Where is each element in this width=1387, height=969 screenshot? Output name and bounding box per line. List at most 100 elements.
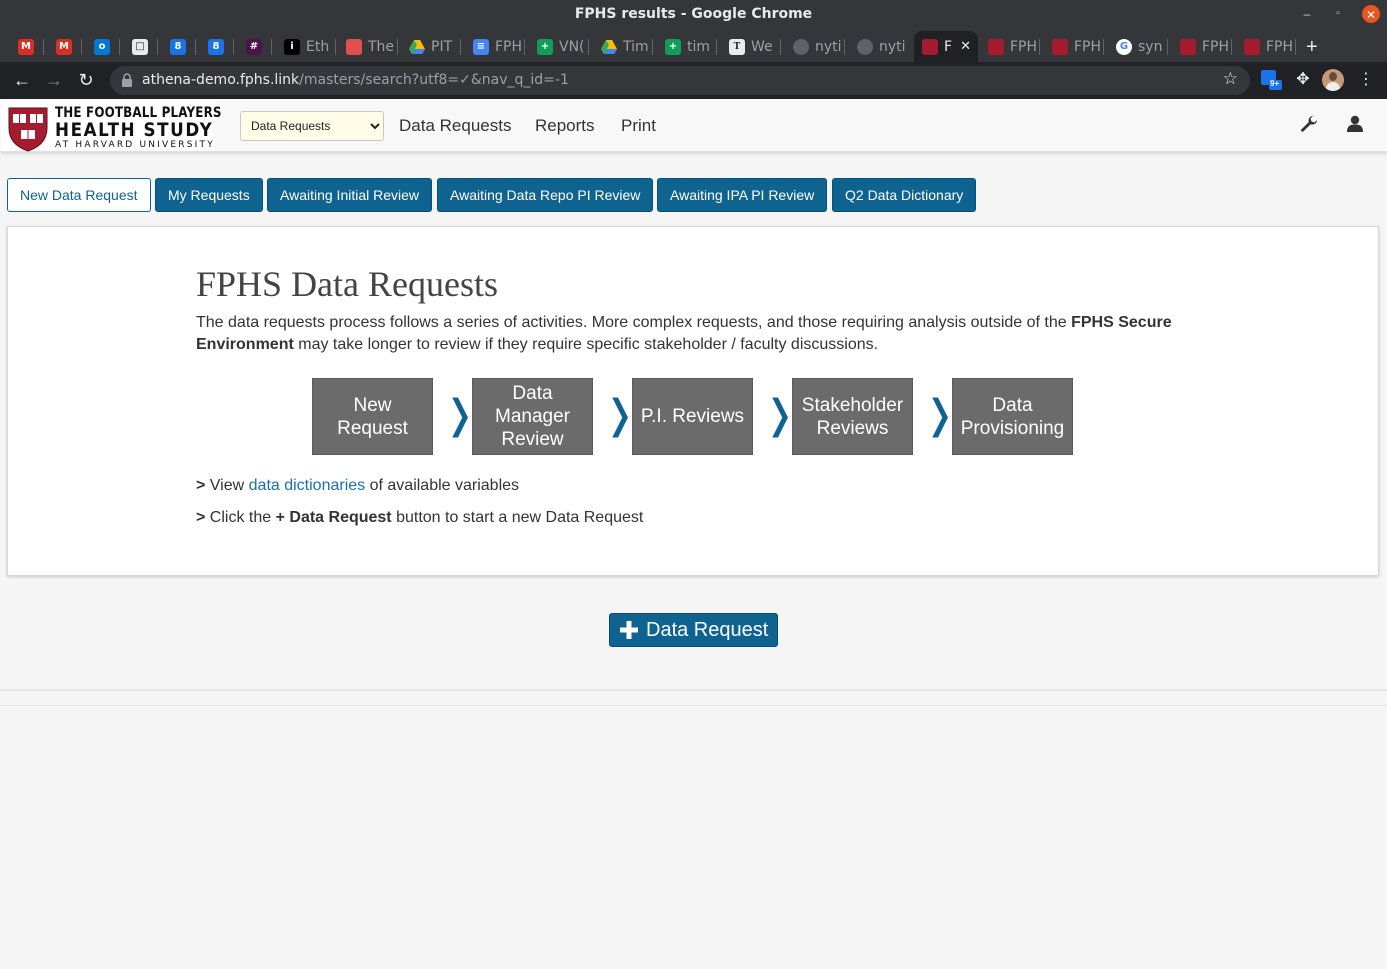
- browser-tab[interactable]: The: [338, 31, 398, 62]
- url-host: athena-demo.fphs.link: [142, 72, 300, 88]
- slack-icon: #: [246, 38, 262, 55]
- browser-tab[interactable]: FPH: [1172, 31, 1232, 62]
- intro-text: The data requests process follows a seri…: [196, 312, 1196, 356]
- calendar-icon: 8: [208, 38, 224, 55]
- drive-icon: [409, 39, 425, 55]
- forward-icon[interactable]: →: [42, 68, 66, 92]
- browser-toolbar: ← → ↻ athena-demo.fphs.link/masters/sear…: [0, 62, 1387, 99]
- step-label: New Request: [337, 394, 408, 439]
- new-data-request-button[interactable]: New Data Request: [7, 178, 151, 212]
- browser-tab[interactable]: Tim: [593, 31, 653, 62]
- line-text: Click the: [209, 509, 276, 526]
- minimize-button[interactable]: –: [1297, 4, 1317, 24]
- tab-label: F: [944, 38, 953, 55]
- intro-text-end: may take longer to review if they requir…: [293, 336, 879, 353]
- restore-button[interactable]: ▫: [1328, 4, 1348, 24]
- browser-tab[interactable]: M: [10, 31, 44, 62]
- sheets-icon: +: [665, 38, 681, 55]
- nav-data-requests[interactable]: Data Requests: [399, 116, 511, 136]
- app-navbar: THE FOOTBALL PLAYERS HEALTH STUDY AT HAR…: [0, 99, 1387, 152]
- divider: [0, 689, 1387, 691]
- tab-label: FPH: [1202, 38, 1230, 55]
- tab-label: FPH: [1010, 38, 1038, 55]
- browser-tab[interactable]: FPH: [980, 31, 1040, 62]
- awaiting-data-repo-pi-review-button[interactable]: Awaiting Data Repo PI Review: [437, 178, 654, 212]
- browser-tab[interactable]: #: [238, 31, 272, 62]
- address-bar[interactable]: athena-demo.fphs.link/masters/search?utf…: [110, 66, 1250, 95]
- data-dictionaries-link[interactable]: data dictionaries: [249, 477, 366, 494]
- wrench-icon[interactable]: [1299, 114, 1319, 134]
- browser-tab[interactable]: o: [86, 31, 120, 62]
- sheets-icon: +: [537, 38, 553, 55]
- start-request-line: > Click the + Data Request button to sta…: [196, 509, 643, 527]
- window-titlebar: FPHS results - Google Chrome – ▫ ✕: [0, 0, 1387, 28]
- page-title: FPHS Data Requests: [196, 264, 499, 304]
- fphs-logo[interactable]: THE FOOTBALL PLAYERS HEALTH STUDY AT HAR…: [1, 101, 222, 152]
- nav-reports[interactable]: Reports: [535, 116, 595, 136]
- browser-tab[interactable]: nyti: [785, 31, 845, 62]
- browser-tab[interactable]: M: [48, 31, 82, 62]
- browser-tab[interactable]: ≡ FPH: [465, 31, 525, 62]
- browser-tab[interactable]: T We: [721, 31, 781, 62]
- tab-label: The: [368, 38, 395, 55]
- plus-icon: [620, 621, 638, 639]
- docs-icon: ≡: [473, 38, 489, 55]
- reload-icon[interactable]: ↻: [74, 68, 98, 92]
- divider: [0, 705, 1387, 706]
- harvard-shield-icon: [1180, 38, 1196, 55]
- add-data-request-button[interactable]: Data Request: [609, 613, 778, 647]
- browser-tab[interactable]: + VN(: [529, 31, 589, 62]
- app-section-select[interactable]: Data Requests: [240, 111, 384, 141]
- extension-badge-icon[interactable]: 9+: [1260, 69, 1282, 91]
- extension-badge: 9+: [1270, 79, 1280, 88]
- tab-label: nyti: [815, 38, 842, 55]
- line-bold: + Data Request: [275, 509, 392, 526]
- harvard-shield-icon: [988, 38, 1004, 55]
- gmail-icon: M: [56, 38, 72, 55]
- gmail-icon: M: [18, 38, 34, 55]
- browser-tab[interactable]: FPH: [1044, 31, 1104, 62]
- browser-tab[interactable]: □: [124, 31, 158, 62]
- browser-tab[interactable]: PIT: [401, 31, 461, 62]
- tab-label: Tim: [623, 38, 649, 55]
- browser-tab-active[interactable]: F ✕: [914, 31, 978, 62]
- back-icon[interactable]: ←: [10, 68, 34, 92]
- line-text: View: [209, 477, 249, 494]
- step-label: Data Provisioning: [960, 394, 1065, 439]
- process-step-data-provisioning: Data Provisioning: [952, 378, 1073, 455]
- q2-data-dictionary-button[interactable]: Q2 Data Dictionary: [832, 178, 977, 212]
- book-icon: □: [132, 38, 148, 55]
- bookmark-star-icon[interactable]: ☆: [1223, 69, 1238, 89]
- close-window-button[interactable]: ✕: [1362, 5, 1380, 23]
- chrome-menu-icon[interactable]: ⋮: [1354, 68, 1378, 92]
- intro-text-start: The data requests process follows a seri…: [196, 314, 1072, 331]
- browser-tab[interactable]: i Eth: [276, 31, 336, 62]
- harvard-shield-icon: [1052, 38, 1068, 55]
- line-prefix: >: [196, 509, 210, 526]
- browser-tab[interactable]: + tim: [657, 31, 717, 62]
- browser-tab[interactable]: 8: [200, 31, 234, 62]
- github-icon: [857, 38, 873, 55]
- data-requests-panel: FPHS Data Requests The data requests pro…: [7, 226, 1379, 576]
- close-tab-icon[interactable]: ✕: [960, 39, 971, 54]
- calendar-icon: 8: [170, 38, 186, 55]
- browser-tab[interactable]: nyti: [849, 31, 909, 62]
- awaiting-initial-review-button[interactable]: Awaiting Initial Review: [267, 178, 433, 212]
- harvard-shield-icon: [1244, 38, 1260, 55]
- url-path: /masters/search?utf8=✓&nav_q_id=-1: [299, 72, 569, 88]
- tab-label: tim: [687, 38, 711, 55]
- process-step-new-request: New Request: [312, 378, 433, 455]
- step-label: P.I. Reviews: [640, 406, 745, 427]
- puzzle-extensions-icon[interactable]: ✥: [1292, 69, 1314, 91]
- nav-print[interactable]: Print: [621, 116, 656, 136]
- awaiting-ipa-pi-review-button[interactable]: Awaiting IPA PI Review: [657, 178, 828, 212]
- browser-tab[interactable]: 8: [162, 31, 196, 62]
- profile-avatar[interactable]: [1322, 69, 1344, 91]
- user-icon[interactable]: [1345, 114, 1365, 134]
- new-tab-icon[interactable]: +: [1306, 36, 1318, 59]
- browser-tab[interactable]: FPH: [1236, 31, 1296, 62]
- harvard-shield-icon: [922, 38, 938, 55]
- google-icon: G: [1116, 38, 1132, 55]
- browser-tab[interactable]: Gsyn: [1108, 31, 1168, 62]
- my-requests-button[interactable]: My Requests: [155, 178, 263, 212]
